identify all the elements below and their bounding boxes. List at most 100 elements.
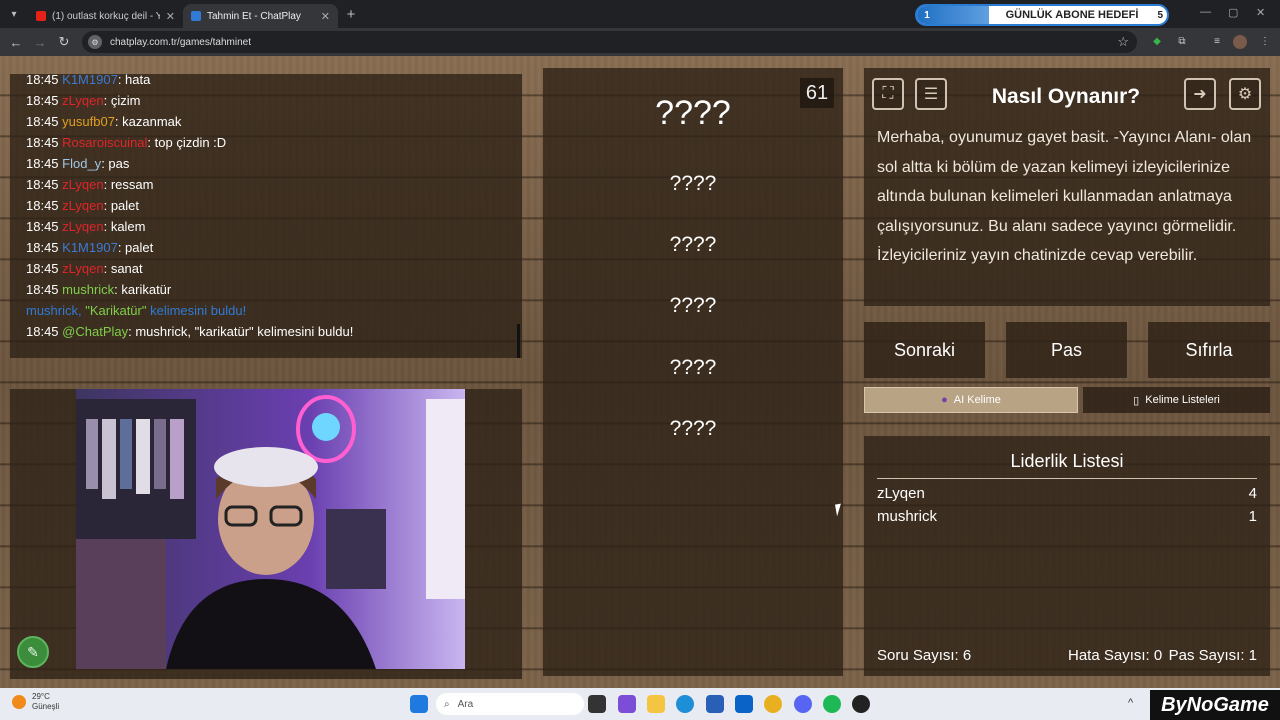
windows-start-icon[interactable] xyxy=(410,695,428,713)
player-score: 4 xyxy=(1248,485,1257,502)
new-tab-button[interactable]: + xyxy=(338,6,364,23)
chrome-icon[interactable] xyxy=(764,695,782,713)
sun-icon xyxy=(12,695,26,709)
forward-icon[interactable]: → xyxy=(28,35,52,50)
chat-username: mushrick xyxy=(62,282,115,297)
ai-word-button[interactable]: ● AI Kelime xyxy=(864,387,1078,413)
chat-text: : top çizdin :D xyxy=(147,135,227,150)
chat-panel: 18:45 K1M1907: hata 18:45 zLyqen: çizim 18… xyxy=(10,74,522,358)
chat-username: @ChatPlay xyxy=(62,324,129,339)
back-icon[interactable]: ← xyxy=(4,35,28,50)
chat-message: 18:45 zLyqen: ressam xyxy=(26,174,512,195)
close-icon[interactable]: ✕ xyxy=(166,10,175,23)
obs-icon[interactable] xyxy=(852,695,870,713)
goal-target: 5 xyxy=(1157,9,1163,21)
chat-text: : hata xyxy=(117,74,151,87)
player-name: zLyqen xyxy=(877,485,925,502)
chat-timestamp: 18:45 xyxy=(26,240,63,255)
store-icon[interactable] xyxy=(706,695,724,713)
forbidden-word: ???? xyxy=(669,172,717,195)
tab-youtube[interactable]: (1) outlast korkuç deil - YouTub ✕ xyxy=(28,4,183,28)
chat-message: 18:45 zLyqen: çizim xyxy=(26,90,512,111)
subscriber-goal-bar: 1 GÜNLÜK ABONE HEDEFİ 5 xyxy=(915,4,1169,26)
tab-chatplay[interactable]: Tahmin Et - ChatPlay ✕ xyxy=(183,4,338,28)
chat-timestamp: 18:45 xyxy=(26,261,63,276)
chat-text: : palet xyxy=(103,198,140,213)
site-info-icon[interactable]: ⚙ xyxy=(88,35,102,49)
widgets-icon[interactable] xyxy=(618,695,636,713)
reload-icon[interactable]: ↻ xyxy=(52,34,76,50)
maximize-icon[interactable]: ▢ xyxy=(1228,6,1238,19)
word-lists-button[interactable]: ▯ Kelime Listeleri xyxy=(1083,387,1270,413)
weather-condition: Güneşli xyxy=(32,702,60,711)
task-view-icon[interactable] xyxy=(588,695,606,713)
media-controls-icon[interactable]: ≡ xyxy=(1210,35,1224,49)
webcam-feed xyxy=(76,389,465,669)
chat-text: : mushrick, "karikatür" kelimesini buldu… xyxy=(128,324,354,339)
edge-browser-icon[interactable] xyxy=(676,695,694,713)
chat-text: : sanat xyxy=(103,261,143,276)
window-close-icon[interactable]: ✕ xyxy=(1256,6,1265,19)
profile-avatar[interactable] xyxy=(1233,35,1247,49)
tray-chevron-icon[interactable]: ^ xyxy=(1128,697,1133,709)
extensions-puzzle-icon[interactable]: ⧉ xyxy=(1175,35,1189,49)
forbidden-word: ???? xyxy=(669,417,717,440)
minimize-icon[interactable]: — xyxy=(1200,6,1211,18)
extension-shield-icon[interactable]: ◆ xyxy=(1150,35,1164,49)
pass-count: Pas Sayısı: 1 xyxy=(1168,647,1257,664)
menu-kebab-icon[interactable]: ⋮ xyxy=(1258,35,1272,49)
chat-username: K1M1907 xyxy=(62,74,118,87)
discord-icon[interactable] xyxy=(794,695,812,713)
chat-timestamp: 18:45 xyxy=(26,74,63,87)
chat-username: Flod_y xyxy=(62,156,102,171)
settings-gear-icon[interactable]: ⚙ xyxy=(1229,78,1261,110)
draw-pen-button[interactable]: ✎ xyxy=(17,636,49,668)
player-name: mushrick xyxy=(877,508,938,525)
chat-message: 18:45 zLyqen: palet xyxy=(26,195,512,216)
leaderboard-row: zLyqen 4 xyxy=(877,485,1257,502)
clipboard-icon: ▯ xyxy=(1133,394,1140,407)
bookmark-star-icon[interactable]: ☆ xyxy=(1117,34,1129,50)
chat-message: 18:45 mushrick: karikatür xyxy=(26,279,512,300)
taskbar-search-input[interactable]: ⌕ Ara xyxy=(436,693,584,715)
chat-timestamp: 18:45 xyxy=(26,93,63,108)
chat-timestamp: 18:45 xyxy=(26,282,63,297)
notice-user: mushrick, xyxy=(26,303,86,318)
reset-button[interactable]: Sıfırla xyxy=(1148,322,1270,378)
url-text: chatplay.com.tr/games/tahminet xyxy=(110,36,251,48)
chat-text: : ressam xyxy=(103,177,154,192)
leaderboard-title: Liderlik Listesi xyxy=(877,451,1257,479)
chat-timestamp: 18:45 xyxy=(26,135,63,150)
outlook-icon[interactable] xyxy=(735,695,753,713)
chat-text: : kalem xyxy=(103,219,146,234)
url-input[interactable]: ⚙ chatplay.com.tr/games/tahminet ☆ xyxy=(82,31,1137,53)
close-icon[interactable]: ✕ xyxy=(321,10,330,23)
chat-scrollbar[interactable] xyxy=(517,324,520,358)
chat-username: K1M1907 xyxy=(62,240,118,255)
pass-button[interactable]: Pas xyxy=(1006,322,1127,378)
chat-message: 18:45 yusufb07: kazanmak xyxy=(26,111,512,132)
fullscreen-icon[interactable]: ⛶ xyxy=(872,78,904,110)
address-bar: ← → ↻ ⚙ chatplay.com.tr/games/tahminet ☆… xyxy=(0,28,1280,56)
chat-timestamp: 18:45 xyxy=(26,114,63,129)
chat-text: : palet xyxy=(117,240,154,255)
youtube-icon xyxy=(36,11,46,21)
exit-icon[interactable]: ➜ xyxy=(1184,78,1216,110)
bynogame-watermark: ByNoGame xyxy=(1150,690,1280,720)
chat-username: zLyqen xyxy=(62,261,104,276)
chat-username: yusufb07 xyxy=(62,114,115,129)
rules-list-icon[interactable]: ☰ xyxy=(915,78,947,110)
chat-timestamp: 18:45 xyxy=(26,219,63,234)
tab-search-chevron-icon[interactable]: ▾ xyxy=(0,0,28,28)
current-word: ???? xyxy=(655,94,731,132)
system-notice: mushrick, "Karikatür" kelimesini buldu! xyxy=(26,300,512,321)
weather-widget[interactable]: 29°C Güneşli xyxy=(12,692,59,712)
chat-timestamp: 18:45 xyxy=(26,198,63,213)
goal-label: GÜNLÜK ABONE HEDEFİ xyxy=(1005,9,1139,21)
file-explorer-icon[interactable] xyxy=(647,695,665,713)
next-button[interactable]: Sonraki xyxy=(864,322,985,378)
chat-message: 18:45 K1M1907: hata xyxy=(26,74,512,90)
leaderboard-row: mushrick 1 xyxy=(877,508,1257,525)
spotify-icon[interactable] xyxy=(823,695,841,713)
notice-word: "Karikatür" xyxy=(85,303,147,318)
